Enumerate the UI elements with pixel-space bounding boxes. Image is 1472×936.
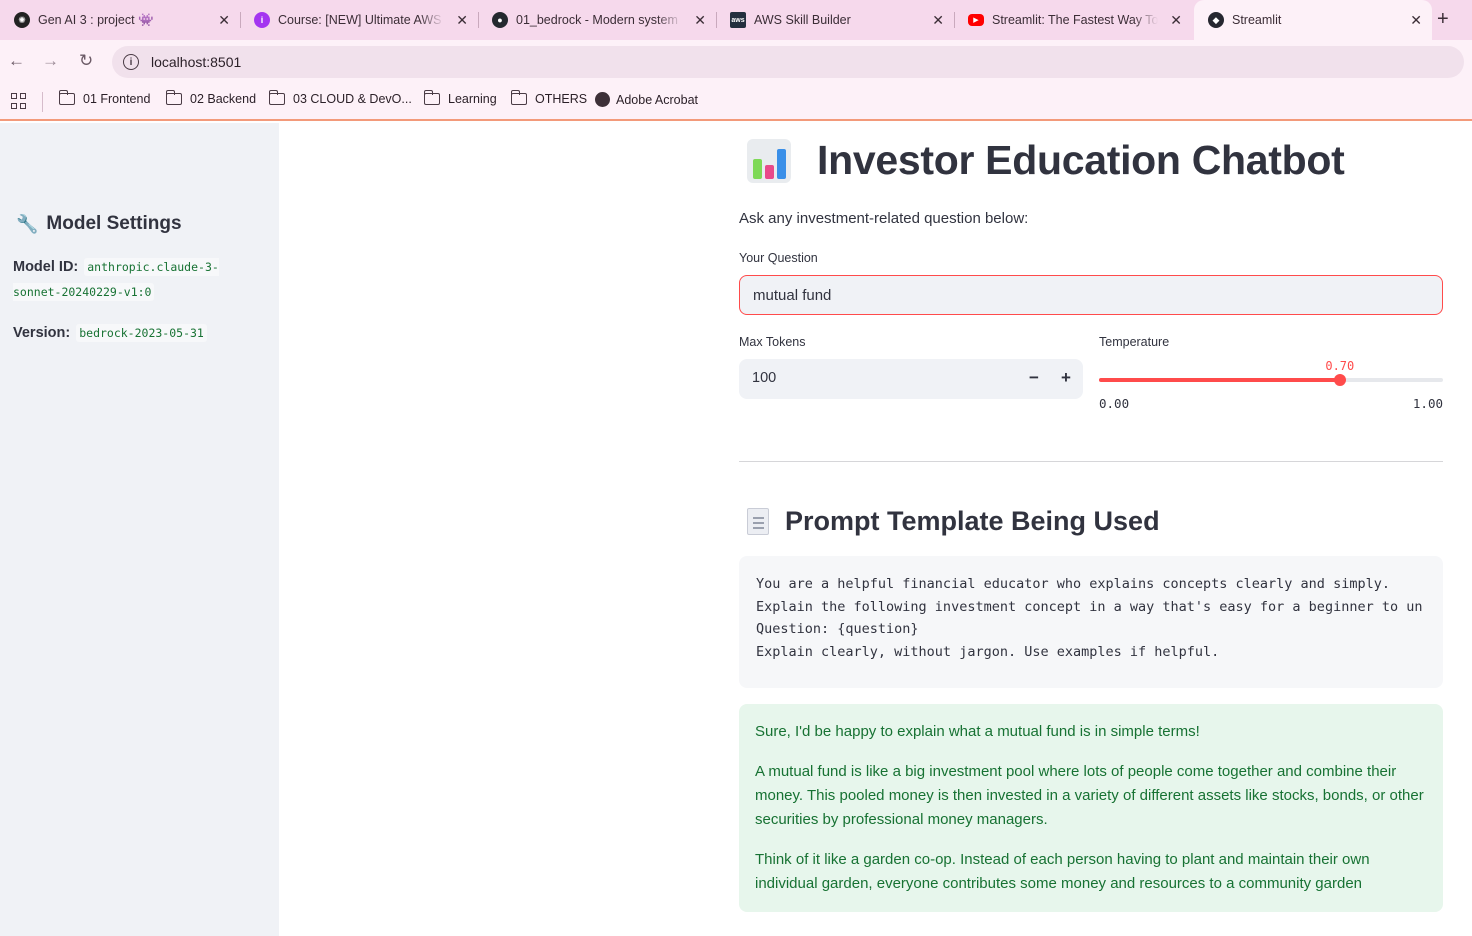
wrench-icon: 🔧 <box>16 213 39 234</box>
temperature-label: Temperature <box>1099 335 1170 349</box>
page-icon <box>747 508 769 535</box>
bookmark-label: 01 Frontend <box>83 92 151 106</box>
bookmark-01-frontend[interactable]: 01 Frontend <box>58 90 151 106</box>
max-tokens-label: Max Tokens <box>739 335 806 349</box>
browser-tab-bar: ✺ Gen AI 3 : project 👾 ✕ i Course: [NEW]… <box>0 0 1472 40</box>
apps-grid-icon[interactable] <box>11 93 27 109</box>
forward-icon[interactable]: → <box>42 51 59 71</box>
globe-icon <box>595 92 610 107</box>
code-line: Explain the following investment concept… <box>756 598 1423 615</box>
code-line: Question: {question} <box>756 621 919 638</box>
response-paragraph: A mutual fund is like a big investment p… <box>755 763 1424 828</box>
slider-fill <box>1099 378 1340 382</box>
new-tab-button[interactable]: + <box>1437 9 1449 29</box>
site-info-icon[interactable]: i <box>123 54 139 70</box>
tab-title: AWS Skill Builder <box>754 13 851 27</box>
tab-title: Gen AI 3 : project 👾 <box>38 12 154 27</box>
address-bar-row: ← → ↻ i localhost:8501 <box>0 40 1472 84</box>
folder-icon <box>510 90 527 105</box>
question-input[interactable] <box>739 275 1443 315</box>
tab-bedrock-repo[interactable]: ● 01_bedrock - Modern system built ✕ <box>478 0 717 40</box>
bar-chart-icon <box>747 138 791 183</box>
url-text[interactable]: localhost:8501 <box>151 54 241 70</box>
tab-title: 01_bedrock - Modern system built <box>516 13 682 27</box>
openai-icon: ✺ <box>14 12 30 28</box>
temperature-slider[interactable]: 0.70 0.00 1.00 <box>1099 359 1443 415</box>
folder-icon <box>268 90 285 105</box>
response-success-box: Sure, I'd be happy to explain what a mut… <box>739 704 1443 912</box>
bookmark-learning[interactable]: Learning <box>423 90 497 106</box>
tab-title: Course: [NEW] Ultimate AWS Certified <box>278 13 444 27</box>
slider-thumb[interactable] <box>1333 374 1346 386</box>
youtube-icon: ▶ <box>968 14 984 26</box>
title-text: Investor Education Chatbot <box>817 137 1345 183</box>
tab-title: Streamlit <box>1232 13 1282 27</box>
temperature-min: 0.00 <box>1099 396 1130 411</box>
bookmark-adobe-acrobat[interactable]: Adobe Acrobat <box>595 92 698 107</box>
omnibox[interactable]: i localhost:8501 <box>112 46 1464 78</box>
page-title: Investor Education Chatbot <box>739 137 1345 184</box>
bookmark-02-backend[interactable]: 02 Backend <box>165 90 257 106</box>
divider <box>739 461 1443 462</box>
folder-icon <box>423 90 440 105</box>
increment-button[interactable]: + <box>1054 367 1078 391</box>
heading-text: Prompt Template Being Used <box>785 506 1160 536</box>
model-id-row: Model ID: anthropic.claude-3-sonnet-20240… <box>13 255 263 305</box>
max-tokens-stepper[interactable]: 100 − + <box>739 359 1083 399</box>
bookmark-03-cloud-devops[interactable]: 03 CLOUD & DevO... <box>268 90 412 106</box>
tab-course[interactable]: i Course: [NEW] Ultimate AWS Certified ✕ <box>240 0 479 40</box>
tab-gen-ai-project[interactable]: ✺ Gen AI 3 : project 👾 ✕ <box>0 0 241 40</box>
bookmarks-bar: 01 Frontend 02 Backend 03 CLOUD & DevO..… <box>0 84 1472 121</box>
bookmark-label: Adobe Acrobat <box>616 92 699 107</box>
model-settings-heading: 🔧 Model Settings <box>16 213 182 235</box>
close-icon[interactable]: ✕ <box>1170 12 1182 29</box>
max-tokens-value[interactable]: 100 <box>752 370 776 386</box>
close-icon[interactable]: ✕ <box>694 12 706 29</box>
response-paragraph: Sure, I'd be happy to explain what a mut… <box>755 723 1200 740</box>
close-icon[interactable]: ✕ <box>218 12 230 29</box>
folder-icon <box>58 90 75 105</box>
heading-text: Model Settings <box>46 213 182 234</box>
tab-streamlit-youtube[interactable]: ▶ Streamlit: The Fastest Way To Build ✕ <box>954 0 1192 40</box>
decrement-button[interactable]: − <box>1022 367 1046 391</box>
close-icon[interactable]: ✕ <box>456 12 468 29</box>
github-icon: ● <box>492 12 508 28</box>
close-icon[interactable]: ✕ <box>1410 12 1422 29</box>
bookmark-label: 03 CLOUD & DevO... <box>293 92 412 106</box>
prompt-template-heading: Prompt Template Being Used <box>739 506 1160 537</box>
tab-streamlit[interactable]: ◆ Streamlit ✕ <box>1194 0 1432 40</box>
version-row: Version: bedrock-2023-05-31 <box>13 321 263 346</box>
close-icon[interactable]: ✕ <box>932 12 944 29</box>
slider-track[interactable] <box>1099 378 1443 382</box>
tab-aws-skill-builder[interactable]: aws AWS Skill Builder ✕ <box>716 0 955 40</box>
folder-icon <box>165 90 182 105</box>
temperature-current-value: 0.70 <box>1325 359 1355 373</box>
response-paragraph: Think of it like a garden co-op. Instead… <box>755 851 1370 892</box>
version-label: Version: <box>13 325 71 341</box>
bookmarks-separator <box>42 92 43 112</box>
bookmark-label: Learning <box>448 92 497 106</box>
temperature-max: 1.00 <box>1412 396 1443 411</box>
code-line: Explain clearly, without jargon. Use exa… <box>756 644 1220 661</box>
back-icon[interactable]: ← <box>8 51 25 71</box>
prompt-code-block: You are a helpful financial educator who… <box>739 556 1443 688</box>
bookmark-label: OTHERS <box>535 92 588 106</box>
version-value: bedrock-2023-05-31 <box>76 324 207 342</box>
course-icon: i <box>254 12 270 28</box>
tab-title: Streamlit: The Fastest Way To Build <box>992 13 1158 27</box>
code-line: You are a helpful financial educator who… <box>756 576 1390 592</box>
model-id-label: Model ID: <box>13 259 79 275</box>
question-label: Your Question <box>739 251 818 265</box>
subtitle: Ask any investment-related question belo… <box>739 210 1029 227</box>
reload-icon[interactable]: ↻ <box>79 51 93 71</box>
bookmark-others[interactable]: OTHERS <box>510 90 588 106</box>
sidebar: 🔧 Model Settings Model ID: anthropic.clau… <box>0 123 279 936</box>
bookmark-label: 02 Backend <box>190 92 257 106</box>
streamlit-icon: ◆ <box>1208 12 1224 28</box>
aws-icon: aws <box>730 12 746 28</box>
